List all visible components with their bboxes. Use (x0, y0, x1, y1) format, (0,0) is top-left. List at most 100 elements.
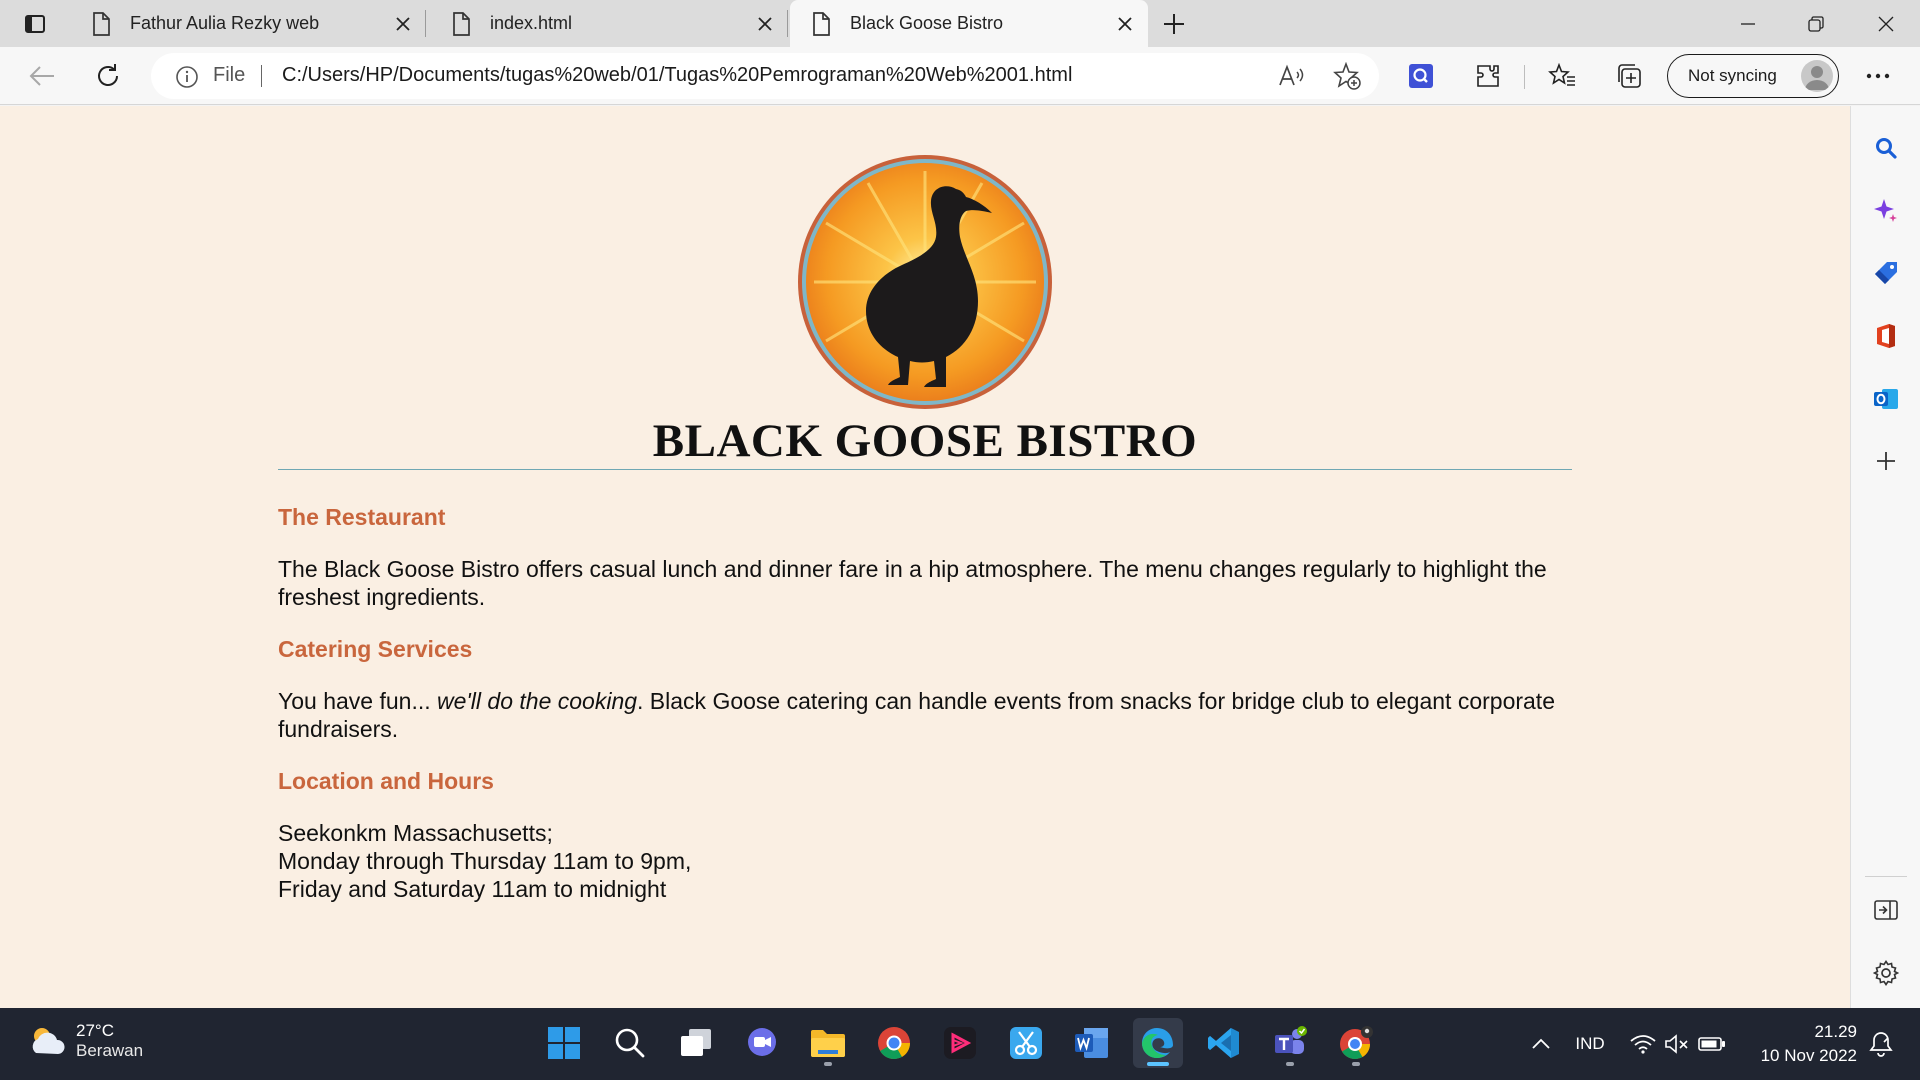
quick-settings-button[interactable] (1628, 1022, 1728, 1066)
address-separator (261, 65, 262, 87)
star-add-icon (1333, 62, 1361, 90)
tab-index[interactable]: index.html (430, 0, 788, 47)
sidebar-shopping-button[interactable] (1866, 253, 1906, 293)
edge-icon (1142, 1028, 1173, 1058)
clock-time: 21.29 (1814, 1022, 1857, 1041)
language-label: IND (1575, 1034, 1605, 1053)
favorites-icon (1548, 63, 1575, 86)
taskbar-snipping-button[interactable] (1001, 1018, 1051, 1068)
tab-black-goose[interactable]: Black Goose Bistro (790, 0, 1148, 47)
sidebar-outlook-button[interactable] (1866, 379, 1906, 419)
refresh-icon (98, 64, 118, 86)
read-aloud-icon (1279, 64, 1304, 86)
back-button[interactable] (22, 56, 62, 96)
catering-text-emphasis: we'll do the cooking (437, 688, 638, 714)
sidebar-office-button[interactable] (1866, 316, 1906, 356)
close-tab-button[interactable] (1114, 13, 1136, 35)
windows-logo-icon (548, 1027, 580, 1059)
taskbar-clock[interactable]: 21.29 10 Nov 2022 (1745, 1020, 1857, 1068)
read-aloud-button[interactable] (1275, 59, 1309, 93)
scheme-label: File (213, 64, 246, 86)
extensions-button[interactable] (1468, 56, 1508, 96)
goose-logo-image (798, 155, 1052, 409)
address-bar[interactable]: File C:/Users/HP/Documents/tugas%20web/0… (151, 53, 1379, 99)
taskbar-word-button[interactable] (1067, 1018, 1117, 1068)
weather-temperature: 27°C (76, 1021, 114, 1040)
taskbar-app-pink-button[interactable] (935, 1018, 985, 1068)
close-tab-button[interactable] (392, 13, 414, 35)
sidebar-add-button[interactable] (1866, 441, 1906, 481)
favorites-button[interactable] (1542, 56, 1582, 96)
web-content: BLACK GOOSE BISTRO The Restaurant The Bl… (0, 106, 1850, 1008)
tab-title: index.html (490, 13, 573, 33)
taskbar-chat-button[interactable] (737, 1018, 787, 1068)
language-indicator[interactable]: IND (1568, 1022, 1612, 1066)
profile-sync-button[interactable]: Not syncing (1667, 54, 1839, 98)
taskbar-edge-button[interactable] (1133, 1018, 1183, 1068)
sidebar-search-button[interactable] (1866, 128, 1906, 168)
sidebar-sparkle-button[interactable] (1866, 190, 1906, 230)
sidebar-toggle-icon (1874, 900, 1898, 920)
location-hours: Seekonkm Massachusetts; Monday through T… (278, 819, 1572, 903)
taskbar-task-view-button[interactable] (671, 1018, 721, 1068)
windows-taskbar: 27°C Berawan IND 21.29 10 Nov 2022 (0, 1008, 1920, 1080)
refresh-button[interactable] (88, 56, 128, 96)
minimize-icon (1741, 22, 1755, 25)
word-icon (1075, 1028, 1108, 1058)
extension-q-button[interactable] (1401, 56, 1441, 96)
collections-button[interactable] (1609, 56, 1649, 96)
show-hidden-icons-button[interactable] (1526, 1022, 1556, 1066)
tab-fathur[interactable]: Fathur Aulia Rezky web (70, 0, 426, 47)
taskbar-chrome-profile-button[interactable] (1331, 1018, 1381, 1068)
avatar (1801, 60, 1833, 92)
url-text[interactable]: C:/Users/HP/Documents/tugas%20web/01/Tug… (282, 64, 1072, 87)
section-heading-catering: Catering Services (278, 636, 473, 662)
sidebar-hide-button[interactable] (1866, 890, 1906, 930)
tab-actions-icon (25, 15, 45, 33)
taskbar-vscode-button[interactable] (1199, 1018, 1249, 1068)
catering-description: You have fun... we'll do the cooking. Bl… (278, 687, 1572, 743)
close-window-button[interactable] (1852, 0, 1920, 47)
close-icon (1118, 17, 1132, 31)
section-heading-restaurant: The Restaurant (278, 504, 446, 530)
restaurant-description: The Black Goose Bistro offers casual lun… (278, 556, 1547, 610)
search-icon (1876, 138, 1897, 159)
user-avatar-icon (1805, 66, 1829, 90)
browser-toolbar: File C:/Users/HP/Documents/tugas%20web/0… (0, 47, 1920, 105)
close-tab-button[interactable] (754, 13, 776, 35)
sidebar-settings-button[interactable] (1866, 953, 1906, 993)
taskbar-start-button[interactable] (539, 1018, 589, 1068)
add-favorite-button[interactable] (1330, 59, 1364, 93)
file-icon (453, 11, 470, 36)
sync-status-label: Not syncing (1688, 66, 1777, 85)
settings-more-button[interactable] (1858, 56, 1898, 96)
weather-widget[interactable]: 27°C Berawan (26, 1021, 143, 1061)
volume-muted-icon (1665, 1034, 1688, 1054)
minimize-button[interactable] (1714, 0, 1782, 47)
running-indicator (1352, 1062, 1360, 1066)
task-view-icon (681, 1029, 711, 1056)
chrome-icon (878, 1027, 911, 1060)
chat-icon (748, 1028, 776, 1056)
taskbar-file-explorer-button[interactable] (803, 1018, 853, 1068)
notification-bell-icon (1869, 1032, 1893, 1057)
tab-strip: Fathur Aulia Rezky web index.html Black … (0, 0, 1920, 47)
gear-icon (1873, 960, 1899, 986)
new-tab-button[interactable] (1158, 8, 1190, 40)
taskbar-chrome-button[interactable] (869, 1018, 919, 1068)
scissors-icon (1010, 1027, 1042, 1059)
catering-text-before: You have fun... (278, 688, 438, 714)
location-line: Seekonkm Massachusetts; (278, 820, 553, 846)
notifications-button[interactable] (1864, 1022, 1898, 1066)
restore-button[interactable] (1782, 0, 1850, 47)
taskbar-search-button[interactable] (605, 1018, 655, 1068)
edge-sidebar (1850, 106, 1920, 1008)
tab-actions-button[interactable] (15, 9, 55, 39)
hours-line-weekend: Friday and Saturday 11am to midnight (278, 876, 667, 902)
tab-title: Fathur Aulia Rezky web (130, 13, 320, 33)
file-icon (93, 11, 110, 36)
running-indicator (1286, 1062, 1294, 1066)
chrome-icon (1340, 1026, 1373, 1060)
taskbar-teams-button[interactable] (1265, 1018, 1315, 1068)
info-icon[interactable] (175, 65, 199, 89)
